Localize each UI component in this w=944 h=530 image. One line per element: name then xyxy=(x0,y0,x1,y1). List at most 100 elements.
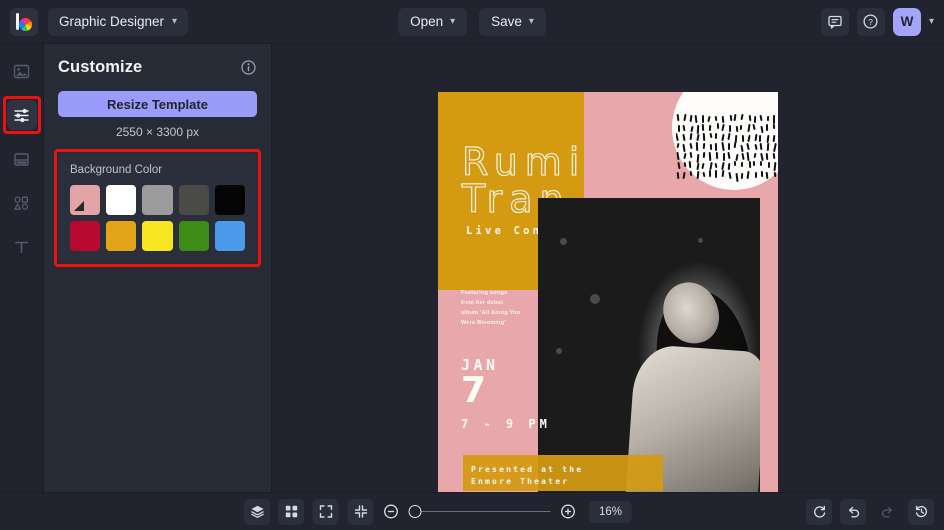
swatch-white[interactable] xyxy=(106,185,137,216)
swatch-amber[interactable] xyxy=(106,221,137,252)
zoom-slider-handle[interactable] xyxy=(408,505,422,518)
scribble-mark xyxy=(700,163,705,169)
layers-icon xyxy=(250,505,264,518)
scribble-mark xyxy=(710,143,713,151)
scribble-mark xyxy=(721,134,725,142)
swatch-dark-gray[interactable] xyxy=(178,185,209,216)
scribble-mark xyxy=(696,170,700,180)
zoom-out-icon xyxy=(384,504,398,519)
shapes-icon xyxy=(14,195,29,210)
template-dimensions: 2550 × 3300 px xyxy=(115,125,200,139)
swatch-pink[interactable] xyxy=(70,185,101,216)
scribble-mark xyxy=(689,132,693,140)
history-button[interactable] xyxy=(908,498,934,525)
document-name-dropdown[interactable]: Graphic Designer ▾ xyxy=(48,7,189,36)
zoom-controls: 16% xyxy=(312,498,632,525)
swatch-gray[interactable] xyxy=(142,185,173,216)
avatar-initial: W xyxy=(900,14,914,29)
scribble-mark xyxy=(774,171,777,178)
zoom-slider-track xyxy=(408,510,551,513)
fit-to-screen-button[interactable] xyxy=(347,498,374,525)
sidebar-item-layout[interactable] xyxy=(7,144,37,174)
chat-button[interactable] xyxy=(820,7,849,36)
scribble-mark xyxy=(740,125,743,131)
grid-view-button[interactable] xyxy=(278,498,304,525)
open-button[interactable]: Open ▾ xyxy=(398,7,468,36)
scribble-mark xyxy=(740,162,743,168)
scribble-mark xyxy=(773,161,777,171)
scribble-mark xyxy=(752,123,756,130)
poster-scribble-texture xyxy=(676,114,778,182)
scribble-mark xyxy=(696,125,700,135)
image-icon xyxy=(13,64,30,78)
background-color-section: Background Color xyxy=(54,149,261,268)
fullscreen-button[interactable] xyxy=(312,498,339,525)
layers-button[interactable] xyxy=(244,498,270,525)
canvas-area[interactable]: Rumi Tran Live Concert Featuring songs f… xyxy=(272,44,944,526)
info-circle-icon[interactable] xyxy=(240,59,257,76)
swatch-black[interactable] xyxy=(214,185,246,216)
sidebar-item-text[interactable] xyxy=(7,232,37,262)
poster-canvas[interactable]: Rumi Tran Live Concert Featuring songs f… xyxy=(438,92,778,526)
sidebar-item-image[interactable] xyxy=(7,56,37,86)
poster-title-line1: Rumi xyxy=(461,140,587,184)
scribble-mark xyxy=(701,115,704,124)
zoom-in-icon xyxy=(561,504,575,519)
page-title: Customize xyxy=(58,58,143,76)
scribble-mark xyxy=(702,151,706,159)
undo-button[interactable] xyxy=(840,498,866,525)
scribble-mark xyxy=(696,133,700,141)
scribble-mark xyxy=(715,170,718,179)
scribble-mark xyxy=(746,152,750,161)
photo-bokeh xyxy=(590,294,600,304)
swatch-crimson[interactable] xyxy=(70,221,101,252)
poster-day: 7 xyxy=(461,370,487,411)
scribble-mark xyxy=(759,161,763,167)
avatar[interactable]: W xyxy=(892,7,921,36)
reset-button[interactable] xyxy=(806,498,832,525)
app-logo[interactable] xyxy=(10,7,38,36)
scribble-mark xyxy=(682,143,686,152)
sidebar-item-customize[interactable] xyxy=(2,96,41,134)
scribble-mark xyxy=(682,171,687,180)
poster-venue-line2: Enmore Theater xyxy=(471,477,570,486)
swatch-yellow[interactable] xyxy=(142,221,173,252)
scribble-mark xyxy=(676,114,680,122)
scribble-mark xyxy=(733,161,737,167)
chevron-down-icon: ▾ xyxy=(450,15,456,27)
zoom-level-value[interactable]: 16% xyxy=(589,500,632,523)
scribble-mark xyxy=(683,152,687,159)
refresh-icon xyxy=(813,505,825,518)
zoom-slider[interactable] xyxy=(408,504,551,520)
customize-panel: Customize Resize Template 2550 × 3300 px… xyxy=(44,44,272,492)
scribble-mark xyxy=(760,170,763,178)
swatch-blue[interactable] xyxy=(214,221,246,252)
scribble-mark xyxy=(727,151,731,160)
scribble-mark xyxy=(720,161,725,170)
scribble-mark xyxy=(753,115,757,124)
scribble-mark xyxy=(689,152,693,159)
scribble-mark xyxy=(690,125,694,132)
panel-header: Customize xyxy=(58,58,257,77)
help-button[interactable]: ? xyxy=(856,7,885,36)
scribble-mark xyxy=(734,172,739,182)
scribble-mark xyxy=(759,142,763,151)
zoom-in-button[interactable] xyxy=(560,503,577,520)
scribble-mark xyxy=(733,114,737,122)
account-menu-chevron-down-icon[interactable]: ▾ xyxy=(929,16,934,27)
history-icon xyxy=(915,505,927,518)
scribble-mark xyxy=(676,151,680,161)
save-button[interactable]: Save ▾ xyxy=(479,7,546,36)
scribble-mark xyxy=(682,125,686,132)
scribble-mark xyxy=(715,116,718,123)
sidebar-item-elements[interactable] xyxy=(7,188,37,218)
scribble-mark xyxy=(702,142,706,149)
main-body: Customize Resize Template 2550 × 3300 px… xyxy=(0,44,944,526)
scribble-mark xyxy=(683,162,687,168)
swatch-green[interactable] xyxy=(178,221,209,252)
save-label: Save xyxy=(491,14,522,29)
resize-template-button[interactable]: Resize Template xyxy=(58,91,257,117)
scribble-mark xyxy=(707,116,711,123)
redo-button[interactable] xyxy=(874,499,900,525)
zoom-out-button[interactable] xyxy=(383,503,400,520)
